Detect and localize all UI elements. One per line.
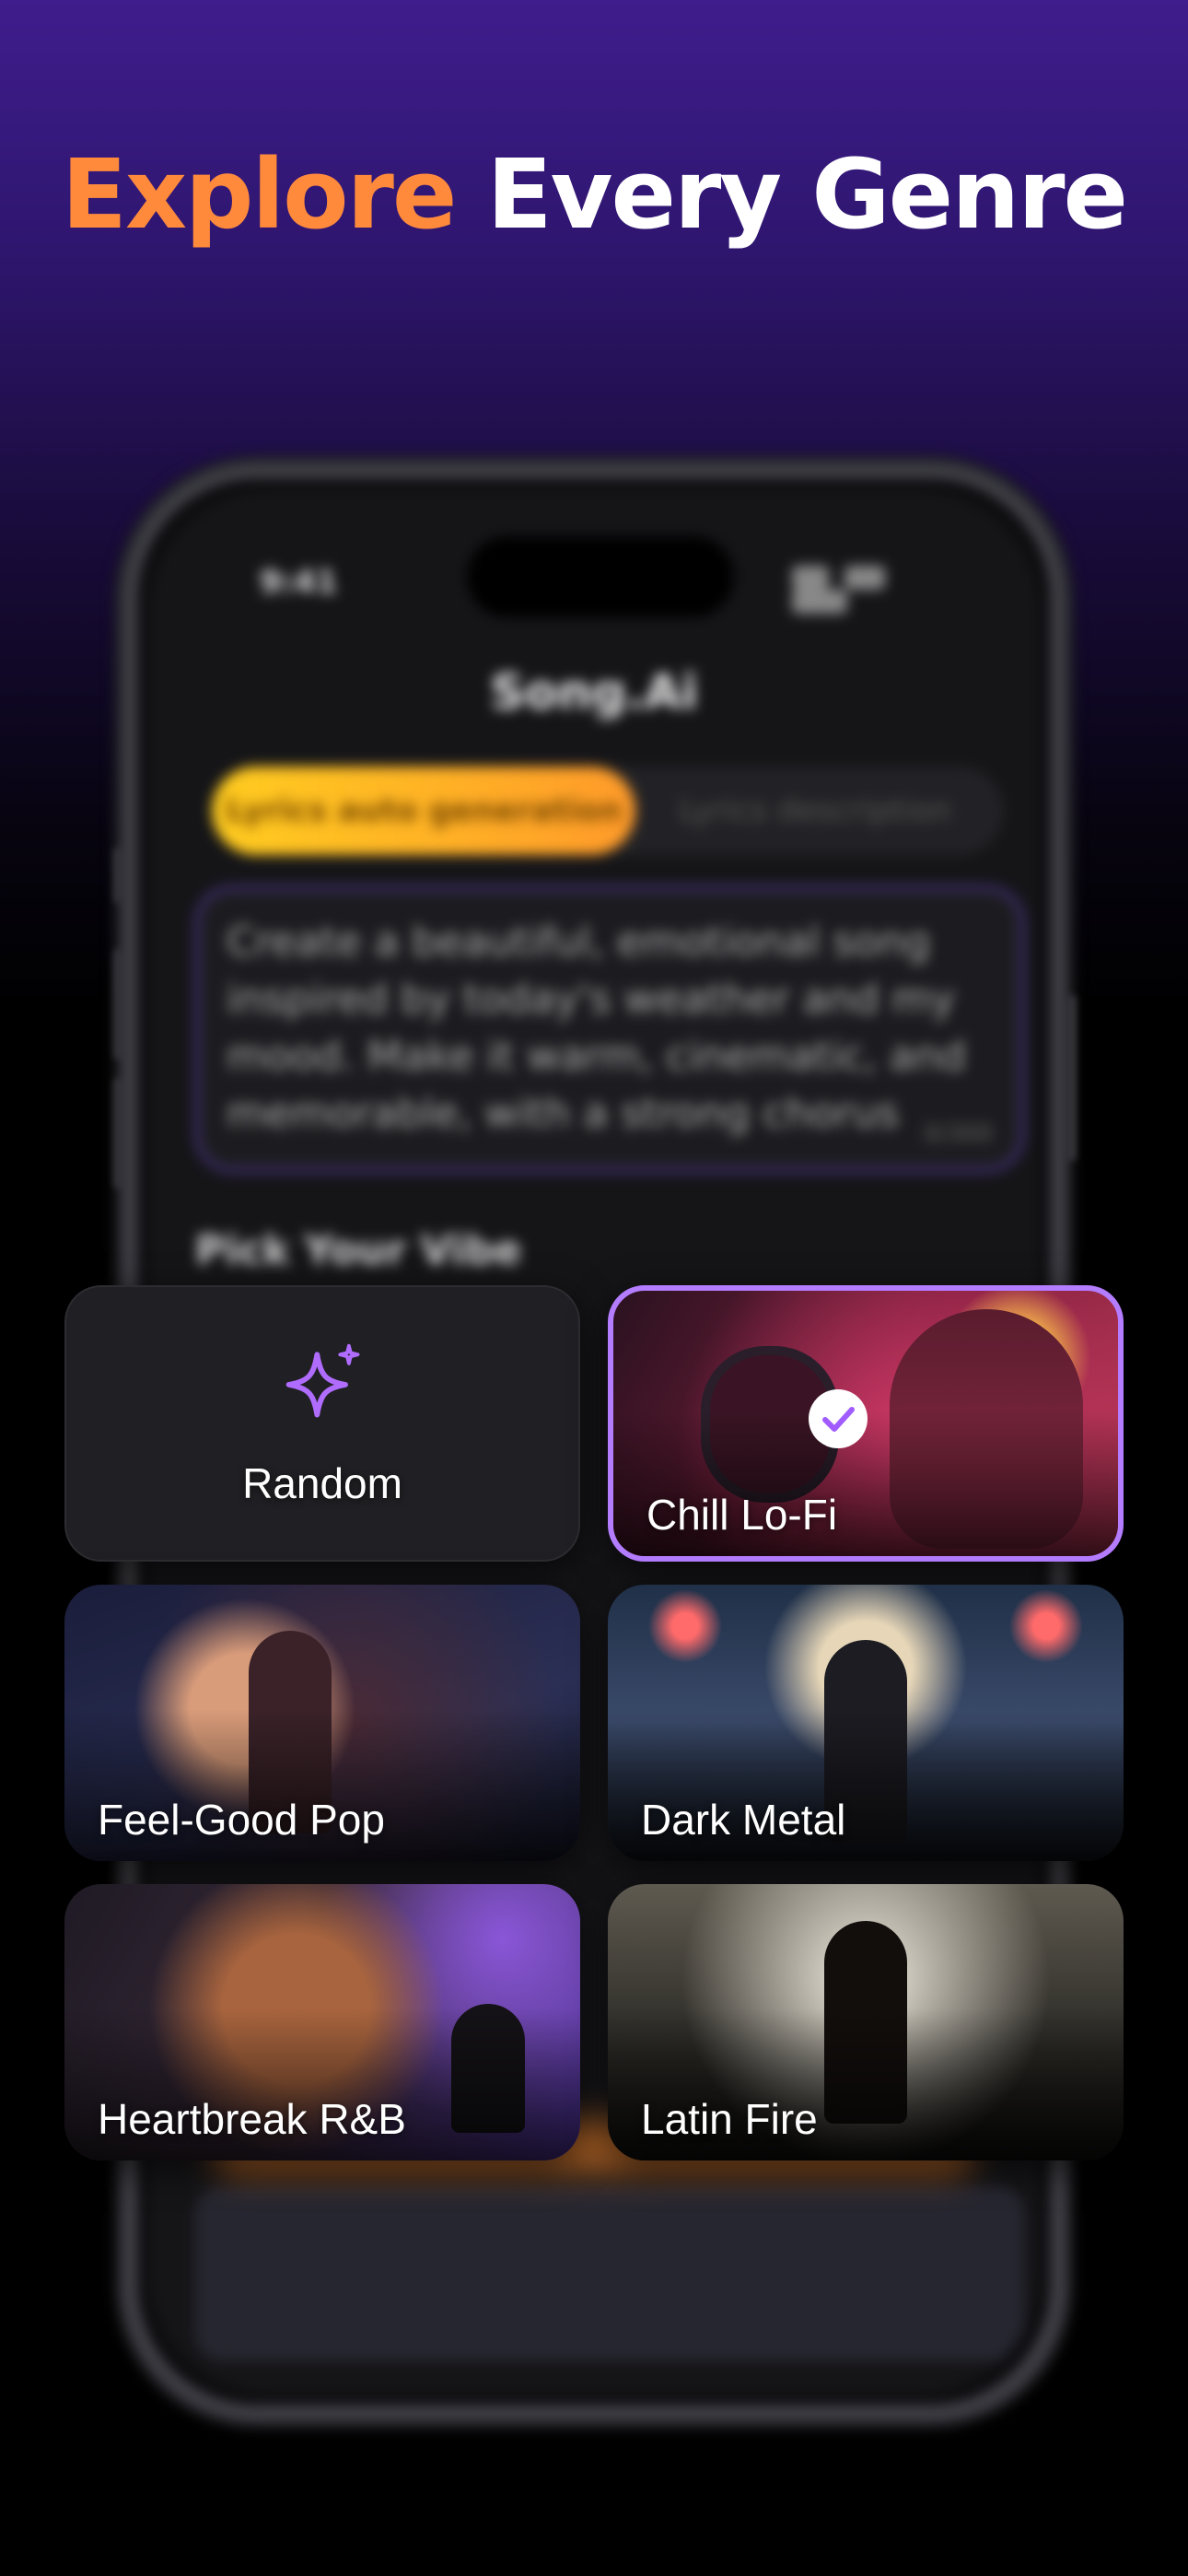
genre-label: Latin Fire bbox=[641, 2095, 818, 2143]
status-time: 9:41 bbox=[260, 564, 338, 601]
genre-card-dark-metal[interactable]: Dark Metal bbox=[608, 1585, 1124, 1861]
prompt-char-count: 0/300 bbox=[924, 1120, 993, 1148]
genre-label: Heartbreak R&B bbox=[98, 2095, 406, 2143]
tab-lyrics-auto[interactable]: Lyrics auto generation bbox=[212, 767, 635, 855]
wifi-icon bbox=[844, 566, 886, 590]
sparkle-icon bbox=[285, 1343, 360, 1418]
prompt-input[interactable]: Create a beautiful, emotional song inspi… bbox=[195, 886, 1024, 1172]
headline: Explore Every Genre bbox=[0, 138, 1188, 251]
headline-rest: Every Genre bbox=[486, 138, 1128, 251]
genre-card-chill-lofi[interactable]: Chill Lo-Fi bbox=[608, 1285, 1124, 1562]
dynamic-island bbox=[467, 536, 734, 617]
genre-label: Random bbox=[242, 1459, 402, 1507]
section-label: Pick Your Vibe bbox=[195, 1227, 522, 1274]
app-title: Song.Ai bbox=[490, 665, 698, 720]
blurred-content-row bbox=[195, 2185, 1024, 2360]
genre-label: Dark Metal bbox=[641, 1796, 846, 1844]
tab-lyrics-description[interactable]: Lyrics description bbox=[663, 767, 967, 855]
mode-tabs: Lyrics auto generation Lyrics descriptio… bbox=[212, 767, 1004, 855]
prompt-text: Create a beautiful, emotional song inspi… bbox=[227, 919, 966, 1137]
genre-card-feel-good-pop[interactable]: Feel-Good Pop bbox=[64, 1585, 580, 1861]
status-icons bbox=[781, 566, 956, 614]
genre-card-heartbreak-rnb[interactable]: Heartbreak R&B bbox=[64, 1884, 580, 2160]
genre-label: Chill Lo-Fi bbox=[646, 1491, 838, 1539]
genre-card-latin-fire[interactable]: Latin Fire bbox=[608, 1884, 1124, 2160]
signal-icon bbox=[792, 566, 829, 590]
check-icon bbox=[809, 1389, 868, 1448]
genre-label: Feel-Good Pop bbox=[98, 1796, 385, 1844]
battery-icon bbox=[792, 590, 847, 614]
headline-accent: Explore bbox=[61, 138, 457, 251]
genre-card-random[interactable]: Random bbox=[64, 1285, 580, 1562]
